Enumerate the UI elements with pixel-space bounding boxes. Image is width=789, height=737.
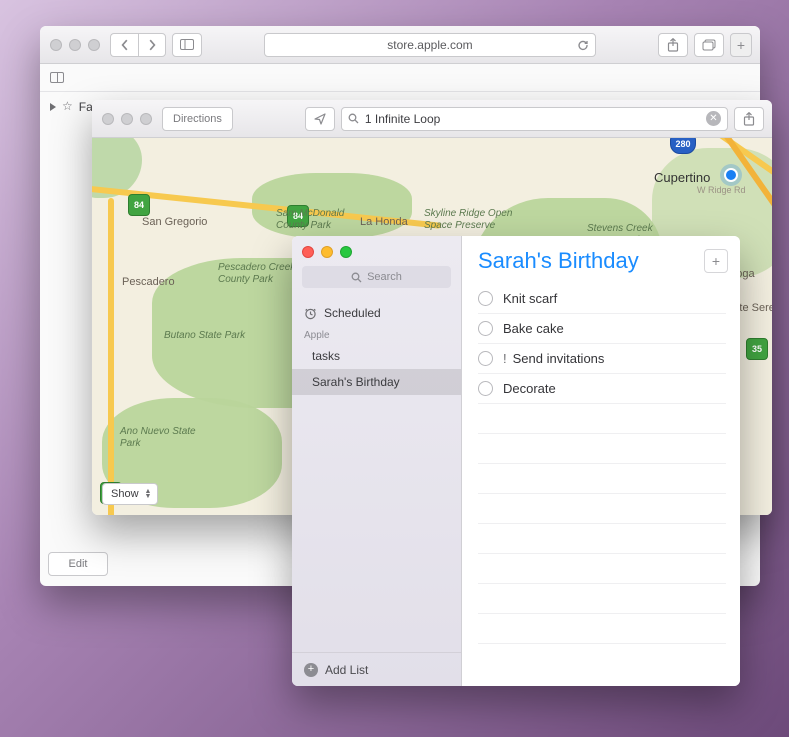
reminders-main: Sarah's Birthday + Knit scarf Bake cake … [462,236,740,686]
maps-search-value: 1 Infinite Loop [365,112,440,126]
reminder-label: Send invitations [513,351,605,366]
minimize-dot[interactable] [69,39,81,51]
add-reminder-button[interactable]: + [704,249,728,273]
add-list-button[interactable]: + Add List [292,652,461,686]
blank-row[interactable] [478,554,726,584]
share-icon [743,112,755,126]
reload-button[interactable] [577,39,589,51]
blank-row[interactable] [478,404,726,434]
locate-button[interactable] [305,107,335,131]
checkbox-circle[interactable] [478,321,493,336]
new-tab-button[interactable]: + [730,33,752,57]
reminder-label: Bake cake [503,321,564,336]
park-label: Pescadero Creek County Park [218,262,295,286]
location-arrow-icon [314,113,326,125]
reminders-search[interactable]: Search [302,266,451,288]
maps-share-button[interactable] [734,107,764,131]
star-icon: ☆ [62,99,73,113]
blank-row[interactable] [478,494,726,524]
sidebar-item-tasks[interactable]: tasks [292,343,461,369]
priority-mark: ! [503,351,507,366]
directions-button[interactable]: Directions [162,107,233,131]
city-label: Pescadero [122,276,175,288]
book-icon[interactable] [50,72,64,83]
zoom-dot[interactable] [140,113,152,125]
maps-titlebar[interactable]: Directions 1 Infinite Loop ✕ [92,100,772,138]
reminder-item[interactable]: Decorate [478,374,726,404]
chevron-right-icon [146,39,158,51]
forward-button[interactable] [138,33,166,57]
close-dot[interactable] [102,113,114,125]
safari-traffic-lights[interactable] [48,39,104,51]
sidebar-group-header: Apple [292,326,461,343]
share-button[interactable] [658,33,688,57]
park-label: Butano State Park [164,330,245,342]
maps-traffic-lights[interactable] [100,113,156,125]
reminder-item[interactable]: ! Send invitations [478,344,726,374]
blank-row[interactable] [478,434,726,464]
hwy-shield: 35 [746,338,768,360]
minimize-dot[interactable] [121,113,133,125]
park-label: Ano Nuevo State Park [120,426,196,450]
search-icon [351,272,362,283]
safari-titlebar[interactable]: store.apple.com + [40,26,760,64]
park-label: Skyline Ridge Open Space Preserve [424,208,512,232]
hwy-shield: 84 [128,194,150,216]
list-title[interactable]: Sarah's Birthday [478,248,696,274]
sidebar-item-scheduled[interactable]: Scheduled [292,300,461,326]
clock-icon [304,307,317,320]
city-label: Cupertino [654,170,710,185]
disclosure-triangle-icon[interactable] [50,103,56,111]
share-icon [667,38,679,52]
reminder-label: Decorate [503,381,556,396]
plus-circle-icon: + [304,663,318,677]
address-bar[interactable]: store.apple.com [264,33,596,57]
bookmarks-bar [40,64,760,92]
chevron-left-icon [119,39,131,51]
minimize-dot[interactable] [321,246,333,258]
checkbox-circle[interactable] [478,291,493,306]
maps-search-field[interactable]: 1 Infinite Loop ✕ [341,107,728,131]
tabs-button[interactable] [694,33,724,57]
edit-button[interactable]: Edit [48,552,108,576]
zoom-dot[interactable] [88,39,100,51]
address-text: store.apple.com [387,38,472,52]
reminders-sidebar: Search Scheduled Apple tasks Sarah's Bir… [292,236,462,686]
road-label: W Ridge Rd [697,185,746,195]
sidebar-list-container: Scheduled Apple tasks Sarah's Birthday [292,296,461,652]
park-label: Sam McDonald County Park [276,208,344,232]
reminders-window: Search Scheduled Apple tasks Sarah's Bir… [292,236,740,686]
plus-icon: + [737,37,745,53]
checkbox-circle[interactable] [478,381,493,396]
reminders-traffic-lights[interactable] [292,236,461,266]
show-dropdown[interactable]: Show ▲▼ [102,483,158,505]
sidebar-toggle-button[interactable] [172,33,202,57]
close-dot[interactable] [50,39,62,51]
clear-search-button[interactable]: ✕ [706,111,721,126]
reminder-label: Knit scarf [503,291,557,306]
dropdown-arrows-icon: ▲▼ [145,489,152,499]
reminder-item[interactable]: Bake cake [478,314,726,344]
city-label: San Gregorio [142,216,207,228]
search-icon [348,113,359,124]
sidebar-icon [180,39,194,50]
reload-icon [577,39,589,51]
reminder-item[interactable]: Knit scarf [478,284,726,314]
blank-row[interactable] [478,464,726,494]
tabs-icon [702,39,716,51]
blank-row[interactable] [478,584,726,614]
checkbox-circle[interactable] [478,351,493,366]
city-label: La Honda [360,216,408,228]
todo-list: Knit scarf Bake cake ! Send invitations … [462,282,740,686]
hwy-shield: 280 [670,138,696,154]
sidebar-item-sarahs-birthday[interactable]: Sarah's Birthday [292,369,461,395]
zoom-dot[interactable] [340,246,352,258]
back-button[interactable] [110,33,138,57]
close-dot[interactable] [302,246,314,258]
current-location-dot [724,168,738,182]
blank-row[interactable] [478,614,726,644]
nav-back-forward [110,33,166,57]
blank-row[interactable] [478,524,726,554]
